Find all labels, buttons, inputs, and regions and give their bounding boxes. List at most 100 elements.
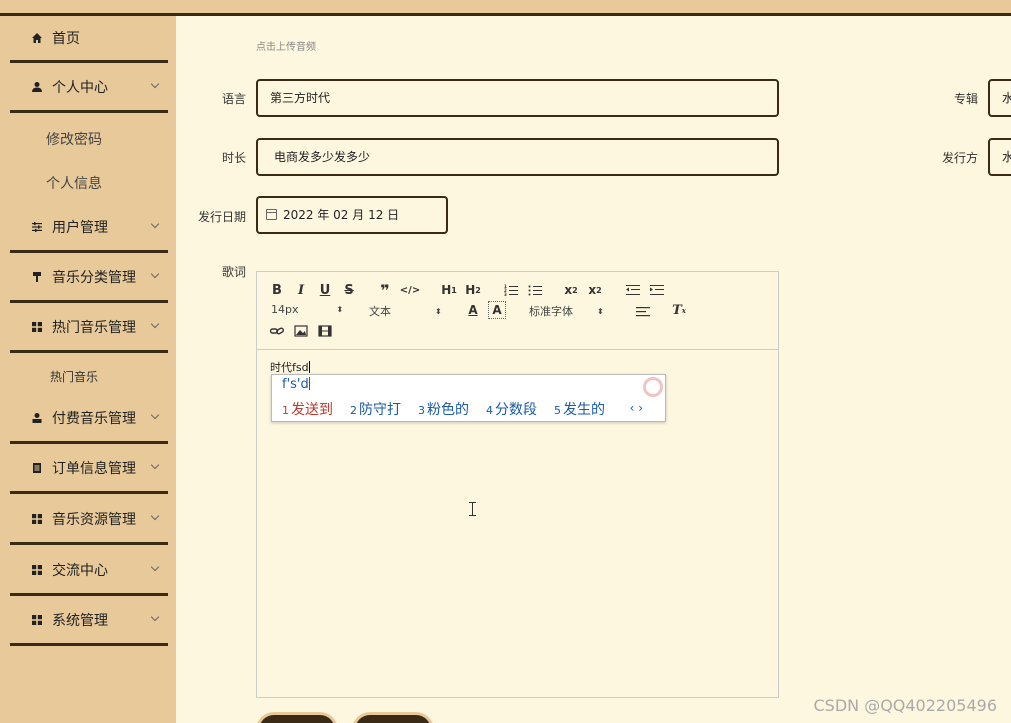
sidebar-item-label: 系统管理 bbox=[52, 612, 108, 629]
ime-candidate-window: f's'd 1 发送到 2 防守打 3 粉色的 4 分数段 5 发生的 ‹ › bbox=[271, 374, 666, 422]
sidebar-item-music-category[interactable]: 音乐分类管理 bbox=[10, 253, 168, 303]
publisher-input[interactable]: 水 bbox=[988, 138, 1011, 176]
ordered-list-icon[interactable]: 123 bbox=[503, 282, 519, 298]
video-icon[interactable] bbox=[317, 323, 333, 339]
underline-icon[interactable]: U bbox=[317, 282, 333, 298]
album-label: 专辑 bbox=[953, 92, 978, 106]
font-color-icon[interactable]: A bbox=[465, 302, 481, 318]
heading2-icon[interactable]: H2 bbox=[465, 282, 481, 298]
font-size-value: 14px bbox=[271, 303, 299, 316]
home-icon bbox=[30, 31, 44, 45]
chevron-down-icon bbox=[150, 460, 160, 470]
editor-toolbar: B I U S ❞ </> H1 H2 123 x2 x2 14px ⬍ 文本 ⬍ bbox=[257, 272, 778, 350]
ime-logo-icon bbox=[643, 377, 663, 397]
sidebar-item-user-management[interactable]: 用户管理 bbox=[10, 203, 168, 253]
ime-caret bbox=[308, 377, 310, 390]
ime-candidate[interactable]: 5 发生的 bbox=[554, 399, 605, 419]
hammer-icon bbox=[30, 270, 44, 284]
duration-input[interactable]: 电商发多少发多少 bbox=[256, 138, 779, 176]
ime-candidate-num: 5 bbox=[554, 404, 561, 417]
sidebar-item-home[interactable]: 首页 bbox=[10, 16, 168, 63]
sidebar-subitem-change-password[interactable]: 修改密码 bbox=[46, 129, 102, 149]
select-arrows-icon: ⬍ bbox=[336, 305, 344, 314]
ime-candidate[interactable]: 3 粉色的 bbox=[418, 399, 469, 419]
strikethrough-icon[interactable]: S bbox=[341, 282, 357, 298]
upload-audio-link[interactable]: 点击上传音频 bbox=[256, 38, 316, 53]
link-icon[interactable] bbox=[269, 323, 285, 339]
font-family-select[interactable]: 标准字体 ⬍ bbox=[529, 303, 604, 319]
ime-candidate-text: 防守打 bbox=[359, 402, 401, 418]
sidebar-item-paid-music[interactable]: 付费音乐管理 bbox=[10, 394, 168, 444]
subscript-icon[interactable]: x2 bbox=[563, 282, 579, 298]
publisher-label: 发行方 bbox=[941, 151, 978, 165]
sidebar-item-label: 音乐资源管理 bbox=[52, 511, 136, 528]
text-caret bbox=[308, 361, 310, 373]
ime-candidate-text: 分数段 bbox=[495, 402, 537, 418]
sidebar-subitem-personal-info[interactable]: 个人信息 bbox=[46, 173, 102, 193]
chevron-down-icon bbox=[150, 612, 160, 622]
superscript-icon[interactable]: x2 bbox=[587, 282, 603, 298]
watermark: CSDN @QQ402205496 bbox=[813, 696, 997, 715]
sidebar-item-system-management[interactable]: 系统管理 bbox=[10, 596, 168, 646]
release-date-picker[interactable]: 2022 年 02 月 12 日 bbox=[256, 196, 448, 234]
svg-text:3: 3 bbox=[504, 292, 507, 296]
image-icon[interactable] bbox=[293, 323, 309, 339]
album-input[interactable]: 水 bbox=[988, 79, 1011, 117]
chevron-down-icon bbox=[150, 79, 160, 89]
blockquote-icon[interactable]: ❞ bbox=[377, 281, 393, 300]
ime-page-nav[interactable]: ‹ › bbox=[630, 401, 643, 415]
chevron-down-icon bbox=[150, 562, 160, 572]
sidebar-item-personal-center[interactable]: 个人中心 bbox=[10, 63, 168, 113]
top-bar bbox=[0, 0, 1011, 16]
bold-icon[interactable]: B bbox=[269, 282, 285, 298]
sidebar-item-exchange-center[interactable]: 交流中心 bbox=[10, 546, 168, 596]
code-block-icon[interactable]: </> bbox=[400, 282, 420, 298]
sidebar-item-label: 个人中心 bbox=[52, 79, 108, 96]
ime-candidate[interactable]: 1 发送到 bbox=[282, 399, 333, 419]
sidebar-item-hot-music[interactable]: 热门音乐管理 bbox=[10, 303, 168, 353]
sidebar-item-label: 热门音乐管理 bbox=[52, 319, 136, 336]
italic-icon[interactable]: I bbox=[293, 282, 309, 298]
sidebar-subitem-hot-music[interactable]: 热门音乐 bbox=[50, 368, 98, 385]
lyrics-editor[interactable]: B I U S ❞ </> H1 H2 123 x2 x2 14px ⬍ 文本 ⬍ bbox=[256, 271, 779, 698]
ime-candidate[interactable]: 4 分数段 bbox=[486, 399, 537, 419]
select-arrows-icon: ⬍ bbox=[435, 306, 442, 316]
language-input[interactable]: 第三方时代 bbox=[256, 79, 779, 117]
ime-candidate[interactable]: 2 防守打 bbox=[350, 399, 401, 419]
text-type-select[interactable]: 文本 ⬍ bbox=[369, 303, 442, 319]
person-icon bbox=[30, 411, 44, 425]
sidebar-item-label: 用户管理 bbox=[52, 219, 108, 236]
background-color-icon[interactable]: A bbox=[488, 301, 506, 319]
chevron-down-icon bbox=[150, 410, 160, 420]
chevron-down-icon bbox=[150, 219, 160, 229]
text-type-value: 文本 bbox=[369, 305, 391, 318]
grid-icon bbox=[30, 563, 44, 577]
indent-icon[interactable] bbox=[649, 282, 665, 298]
chevron-down-icon bbox=[150, 269, 160, 279]
font-family-value: 标准字体 bbox=[529, 305, 573, 318]
sidebar-item-label: 订单信息管理 bbox=[52, 460, 136, 477]
mouse-ibeam-cursor-icon bbox=[469, 502, 478, 516]
bullet-list-icon[interactable] bbox=[527, 282, 543, 298]
editor-content-value: 时代fsd bbox=[270, 361, 309, 374]
sidebar-item-music-resources[interactable]: 音乐资源管理 bbox=[10, 495, 168, 545]
ime-candidate-num: 4 bbox=[486, 404, 493, 417]
sliders-icon bbox=[30, 220, 44, 234]
outdent-icon[interactable] bbox=[625, 282, 641, 298]
cancel-button[interactable] bbox=[352, 712, 434, 723]
align-icon[interactable] bbox=[635, 304, 651, 320]
chevron-down-icon bbox=[150, 319, 160, 329]
clear-format-icon[interactable]: Tx bbox=[671, 302, 687, 318]
duration-label: 时长 bbox=[221, 151, 246, 165]
sidebar-item-label: 付费音乐管理 bbox=[52, 410, 136, 427]
submit-button[interactable] bbox=[256, 712, 338, 723]
grid-icon bbox=[30, 512, 44, 526]
ime-candidate-text: 发生的 bbox=[563, 402, 605, 418]
select-arrows-icon: ⬍ bbox=[597, 306, 604, 316]
font-size-select[interactable]: 14px ⬍ bbox=[271, 303, 343, 316]
heading1-icon[interactable]: H1 bbox=[441, 282, 457, 298]
ime-candidate-num: 3 bbox=[418, 404, 425, 417]
ime-candidate-num: 1 bbox=[282, 404, 289, 417]
release-date-value: 2022 年 02 月 12 日 bbox=[283, 208, 400, 222]
sidebar-item-order-info[interactable]: 订单信息管理 bbox=[10, 444, 168, 494]
